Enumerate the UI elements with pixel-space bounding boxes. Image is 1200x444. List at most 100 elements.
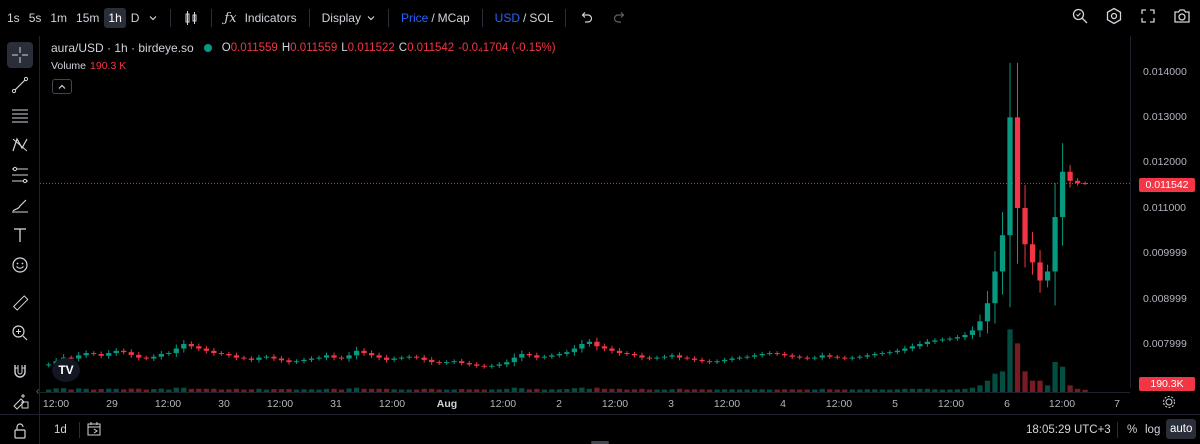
candle-body — [1037, 262, 1043, 281]
volume-bar — [1044, 385, 1051, 392]
log-scale-toggle[interactable]: log — [1145, 424, 1160, 436]
emoji-icon[interactable] — [7, 252, 33, 278]
price-axis[interactable]: 0.014000 0.013000 0.012000 0.011000 0.00… — [1130, 36, 1200, 391]
bottom-divider — [79, 422, 80, 438]
text-tool-icon[interactable] — [7, 222, 33, 248]
volume-legend: Volume 190.3 K — [51, 60, 126, 72]
axis-settings-icon[interactable] — [1162, 395, 1176, 414]
open-key: O — [221, 42, 231, 54]
candle-body — [188, 344, 194, 347]
zoom-search-icon[interactable] — [1070, 6, 1090, 26]
candle-body — [98, 353, 104, 356]
timeframe-dropdown-icon[interactable] — [144, 10, 162, 26]
timeframe-1h[interactable]: 1h — [104, 8, 126, 28]
brush-icon[interactable] — [7, 192, 33, 218]
candle-body — [256, 357, 262, 360]
candle-body — [804, 357, 810, 359]
volume-bar — [1014, 343, 1021, 392]
toolbar-right — [1070, 6, 1192, 26]
time-tick: 12:00 — [378, 398, 406, 410]
price-option[interactable]: Price — [401, 11, 428, 25]
percent-scale-toggle[interactable]: % — [1127, 424, 1137, 436]
timeframe-d[interactable]: D — [127, 8, 144, 28]
candle-body — [842, 357, 848, 359]
tradingview-logo[interactable]: TV — [52, 358, 80, 382]
price-mcap-toggle[interactable]: Price / MCap — [397, 8, 474, 28]
collapse-legend-button[interactable] — [52, 79, 72, 94]
lock-drawing-icon[interactable] — [7, 388, 33, 414]
pattern-icon[interactable] — [7, 132, 33, 158]
candle-body — [106, 353, 112, 356]
candle-body — [924, 341, 931, 344]
sol-option[interactable]: SOL — [529, 11, 553, 25]
display-button[interactable]: Display — [318, 8, 380, 28]
clock-time[interactable]: 18:05:29 UTC+3 — [1026, 424, 1111, 436]
candle-body — [669, 355, 675, 357]
scroll-left-icon[interactable]: ‹ — [36, 386, 39, 397]
redo-icon[interactable] — [608, 7, 632, 29]
currency-toggle[interactable]: USD / SOL — [491, 8, 558, 28]
undo-icon[interactable] — [574, 7, 598, 29]
candle-body — [774, 353, 780, 355]
timeframe-5s[interactable]: 5s — [25, 8, 46, 28]
high-value: H0.011559 — [282, 42, 337, 54]
candle-body — [316, 357, 322, 359]
candle-body — [323, 355, 330, 358]
candle-body — [121, 350, 127, 353]
candle-body — [421, 357, 427, 360]
fib-retracement-icon[interactable] — [7, 162, 33, 188]
horizontal-lines-icon[interactable] — [7, 102, 33, 128]
ruler-icon[interactable] — [7, 290, 33, 316]
candle-body — [759, 353, 765, 356]
price-tick: 0.011000 — [1143, 202, 1187, 214]
timeframe-1s[interactable]: 1s — [3, 8, 24, 28]
trend-line-icon[interactable] — [7, 72, 33, 98]
price-tick: 0.009999 — [1143, 247, 1187, 259]
price-tick: 0.007999 — [1143, 338, 1187, 350]
candle-body — [661, 356, 668, 358]
settings-gear-icon[interactable] — [1104, 6, 1124, 26]
timeframe-15m[interactable]: 15m — [72, 8, 103, 28]
price-tick: 0.013000 — [1143, 111, 1187, 123]
usd-option[interactable]: USD — [495, 11, 520, 25]
date-range-icon[interactable] — [86, 421, 102, 442]
magnet-icon[interactable] — [7, 358, 33, 384]
fullscreen-icon[interactable] — [1138, 6, 1158, 26]
candle-body — [541, 356, 547, 358]
mcap-option[interactable]: MCap — [438, 11, 470, 25]
candle-body — [782, 353, 788, 356]
volume-bar — [1029, 380, 1036, 392]
candle-body — [361, 350, 367, 354]
candle-body — [436, 362, 442, 364]
candle-type-icon[interactable] — [179, 7, 203, 29]
candle-body — [902, 348, 908, 351]
candle-body — [729, 358, 735, 360]
candle-body — [526, 353, 532, 356]
timeframe-1m[interactable]: 1m — [46, 8, 71, 28]
candle-body — [616, 350, 623, 354]
price-chart[interactable] — [40, 36, 1130, 392]
zoom-in-icon[interactable] — [7, 320, 33, 346]
indicators-label: Indicators — [244, 11, 297, 25]
indicators-button[interactable]: ƒx Indicators — [220, 8, 300, 29]
candle-body — [999, 235, 1006, 272]
open-value-text: 0.011559 — [230, 42, 278, 54]
candle-body — [301, 359, 307, 362]
time-tick: 2 — [556, 398, 562, 410]
crosshair-icon[interactable] — [7, 42, 33, 68]
auto-scale-toggle[interactable]: auto — [1166, 419, 1197, 439]
price-tick: 0.012000 — [1143, 156, 1187, 168]
price-tick: 0.014000 — [1143, 66, 1187, 78]
candle-body — [278, 358, 285, 361]
candle-body — [549, 355, 555, 357]
range-1d-button[interactable]: 1d — [54, 424, 67, 436]
candle-body — [143, 357, 149, 359]
symbol-title[interactable]: aura/USD · 1h · birdeye.so — [51, 41, 194, 55]
candle-body — [947, 338, 953, 340]
candle-body — [241, 357, 247, 359]
time-axis[interactable]: 12:00 29 12:00 30 12:00 31 12:00 Aug 12:… — [40, 392, 1130, 414]
camera-icon[interactable] — [1172, 6, 1192, 26]
candle-body — [646, 357, 653, 359]
volume-bar — [1059, 366, 1066, 392]
candle-body — [91, 353, 97, 355]
